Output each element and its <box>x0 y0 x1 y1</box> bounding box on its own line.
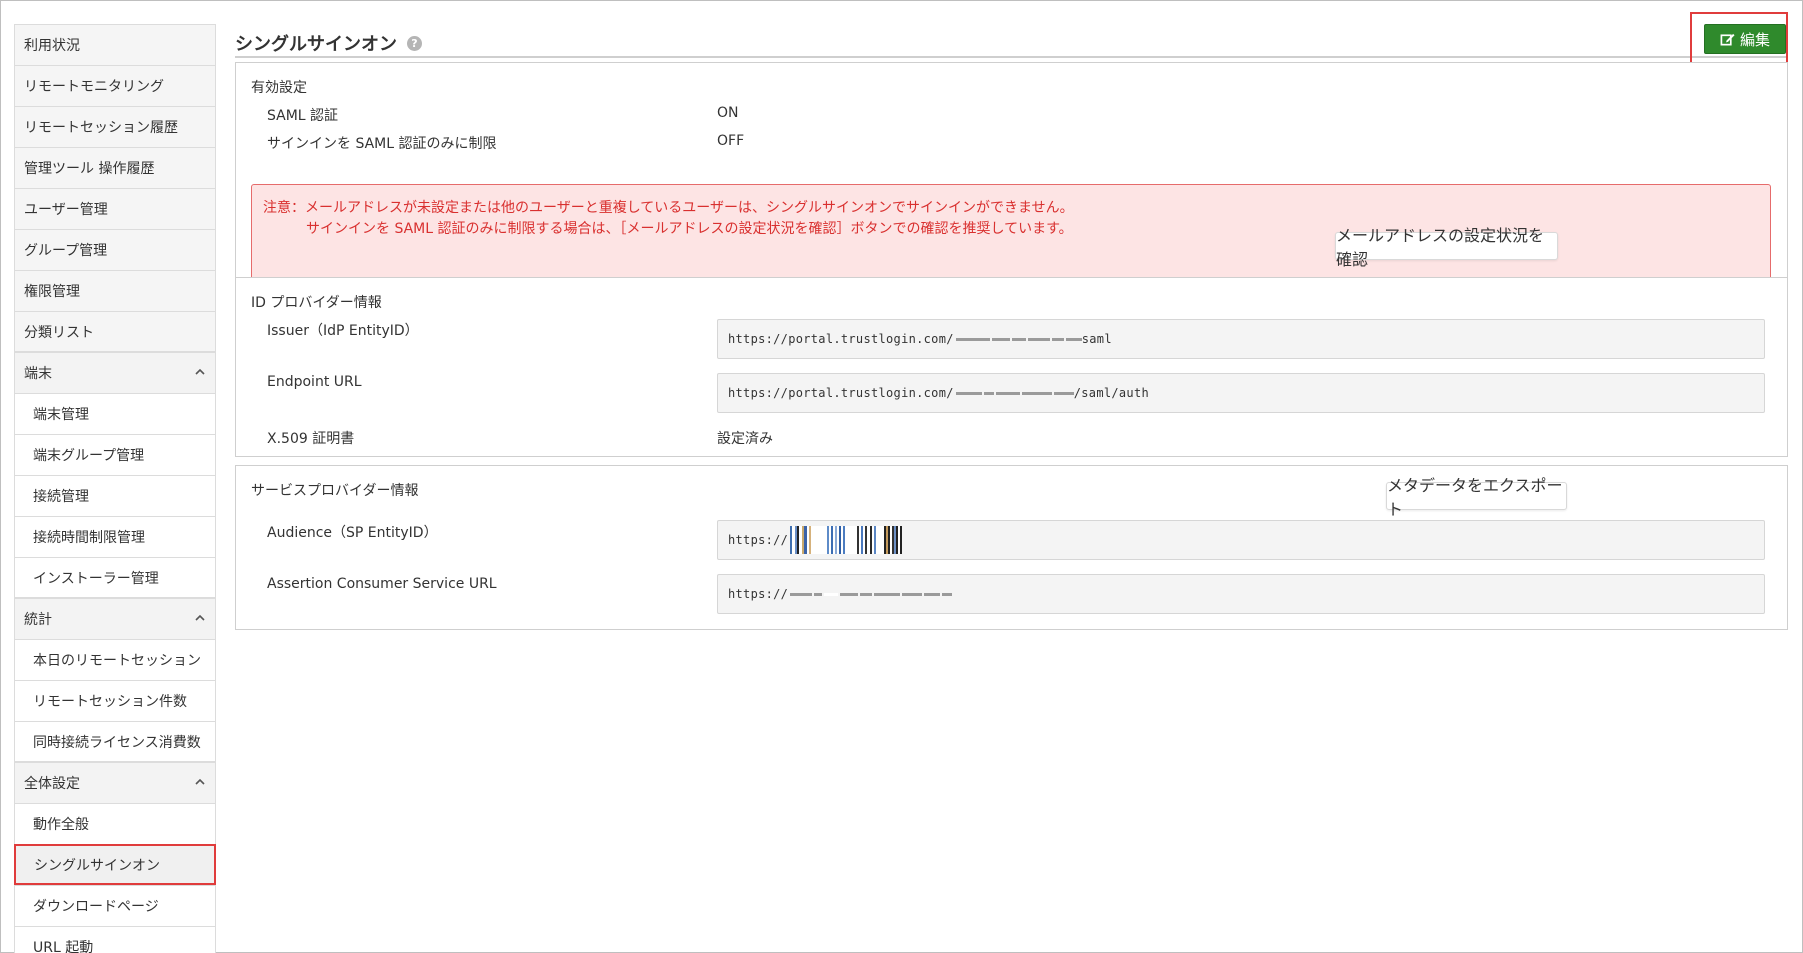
sidebar-item-label: インストーラー管理 <box>33 570 159 587</box>
sidebar-item-label: 同時接続ライセンス消費数 <box>33 734 201 751</box>
endpoint-url-prefix: https://portal.trustlogin.com/ <box>728 386 954 400</box>
export-metadata-button[interactable]: メタデータをエクスポート <box>1386 476 1567 519</box>
sidebar-group-header[interactable]: 端末 <box>14 352 216 393</box>
idp-info-title: ID プロバイダー情報 <box>251 295 382 311</box>
audience-url-field[interactable]: https:// <box>717 520 1765 560</box>
redacted-barcode <box>790 526 903 554</box>
sidebar-item-21[interactable]: ダウンロードページ <box>14 885 216 926</box>
sidebar-item-label: URL 起動 <box>33 939 94 953</box>
issuer-url-prefix: https://portal.trustlogin.com/ <box>728 332 954 346</box>
chevron-up-icon[interactable] <box>193 365 207 379</box>
sidebar-item-12[interactable]: 接続時間制限管理 <box>14 516 216 557</box>
sidebar-item-label: リモートモニタリング <box>24 79 164 95</box>
acs-url-field[interactable]: https:// <box>717 574 1765 614</box>
check-email-button[interactable]: メールアドレスの設定状況を確認 <box>1335 226 1558 269</box>
sidebar-group-header[interactable]: 全体設定 <box>14 762 216 803</box>
warning-alert: 注意：メールアドレスが未設定または他のユーザーと重複しているユーザーは、シングル… <box>251 184 1771 284</box>
sp-info-title: サービスプロバイダー情報 <box>251 483 419 499</box>
sidebar-item-16[interactable]: リモートセッション件数 <box>14 680 216 721</box>
audience-label: Audience（SP EntityID） <box>267 525 438 541</box>
redacted-text <box>790 592 953 596</box>
sidebar-item-4[interactable]: ユーザー管理 <box>14 188 216 229</box>
enable-settings-title: 有効設定 <box>251 80 307 96</box>
sidebar-item-label: 端末 <box>24 366 52 382</box>
page-title: シングルサインオン <box>235 34 397 55</box>
sidebar-item-7[interactable]: 分類リスト <box>14 311 216 352</box>
issuer-label: Issuer（IdP EntityID） <box>267 323 419 339</box>
sidebar-item-label: 利用状況 <box>24 38 80 54</box>
saml-auth-label: SAML 認証 <box>267 108 339 124</box>
saml-only-value: OFF <box>717 133 745 149</box>
sp-info-panel: サービスプロバイダー情報 メタデータをエクスポート Audience（SP En… <box>235 465 1788 630</box>
sidebar-item-1[interactable]: リモートモニタリング <box>14 65 216 106</box>
sidebar-item-label: ユーザー管理 <box>24 202 108 218</box>
sidebar-item-label: 動作全般 <box>33 817 89 833</box>
sidebar-item-15[interactable]: 本日のリモートセッション <box>14 639 216 680</box>
sidebar-item-label: 端末管理 <box>33 407 89 423</box>
sidebar-item-label: シングルサインオン <box>34 857 160 874</box>
sidebar-item-label: 接続時間制限管理 <box>33 530 145 546</box>
sidebar-item-3[interactable]: 管理ツール 操作履歴 <box>14 147 216 188</box>
saml-only-label: サインインを SAML 認証のみに制限 <box>267 136 497 152</box>
sidebar-item-2[interactable]: リモートセッション履歴 <box>14 106 216 147</box>
sidebar-item-label: 接続管理 <box>33 489 89 505</box>
sidebar-item-label: リモートセッション履歴 <box>24 120 178 136</box>
endpoint-url-field[interactable]: https://portal.trustlogin.com/ /saml/aut… <box>717 373 1765 413</box>
acs-url-prefix: https:// <box>728 587 789 601</box>
sidebar-item-label: 管理ツール 操作履歴 <box>24 161 155 177</box>
sidebar-item-0[interactable]: 利用状況 <box>14 24 216 65</box>
idp-info-panel: ID プロバイダー情報 Issuer（IdP EntityID） https:/… <box>235 277 1788 457</box>
cert-label: X.509 証明書 <box>267 431 355 447</box>
sidebar-item-20[interactable]: シングルサインオン <box>14 844 216 885</box>
sidebar-item-label: 端末グループ管理 <box>33 448 145 464</box>
sidebar-group-header[interactable]: 統計 <box>14 598 216 639</box>
sidebar-item-6[interactable]: 権限管理 <box>14 270 216 311</box>
sidebar-item-label: グループ管理 <box>24 243 108 259</box>
endpoint-url-suffix: /saml/auth <box>1073 386 1149 400</box>
sidebar-item-label: 権限管理 <box>24 284 80 300</box>
warning-line-1: 注意：メールアドレスが未設定または他のユーザーと重複しているユーザーは、シングル… <box>263 200 1074 216</box>
sidebar-item-label: 統計 <box>24 612 52 628</box>
sidebar-item-9[interactable]: 端末管理 <box>14 393 216 434</box>
sidebar-item-label: リモートセッション件数 <box>33 694 187 710</box>
main-content: シングルサインオン ? 編集 有効設定 SAML 認証 ON サインインを SA… <box>235 12 1788 630</box>
enable-settings-panel: 有効設定 SAML 認証 ON サインインを SAML 認証のみに制限 OFF … <box>235 62 1788 293</box>
edit-button[interactable]: 編集 <box>1704 24 1786 54</box>
chevron-up-icon[interactable] <box>193 611 207 625</box>
sidebar-item-label: ダウンロードページ <box>33 899 159 915</box>
chevron-up-icon[interactable] <box>193 775 207 789</box>
page-title-wrap: シングルサインオン ? <box>235 30 422 56</box>
sidebar-item-10[interactable]: 端末グループ管理 <box>14 434 216 475</box>
sidebar-item-label: 全体設定 <box>24 776 80 792</box>
audience-url-prefix: https:// <box>728 533 789 547</box>
issuer-url-suffix: saml <box>1081 332 1112 346</box>
endpoint-label: Endpoint URL <box>267 374 362 390</box>
sidebar-item-label: 分類リスト <box>24 324 94 341</box>
page-header: シングルサインオン ? 編集 <box>235 12 1788 66</box>
question-circle-icon[interactable]: ? <box>407 35 422 51</box>
sidebar-item-5[interactable]: グループ管理 <box>14 229 216 270</box>
sidebar-item-19[interactable]: 動作全般 <box>14 803 216 844</box>
warning-line-2: サインインを SAML 認証のみに制限する場合は、［メールアドレスの設定状況を確… <box>306 221 1073 237</box>
sidebar-nav: 利用状況リモートモニタリング リモートセッション履歴 管理ツール 操作履歴 ユーザー管… <box>14 24 216 953</box>
acs-label: Assertion Consumer Service URL <box>267 576 497 592</box>
edit-button-highlight: 編集 <box>1690 12 1788 66</box>
sidebar-item-11[interactable]: 接続管理 <box>14 475 216 516</box>
sidebar-item-22[interactable]: URL 起動 <box>14 926 216 953</box>
sidebar-item-label: 本日のリモートセッション <box>33 653 201 669</box>
cert-value: 設定済み <box>717 431 773 447</box>
issuer-url-field[interactable]: https://portal.trustlogin.com/ saml <box>717 319 1765 359</box>
sidebar-item-17[interactable]: 同時接続ライセンス消費数 <box>14 721 216 762</box>
edit-button-label: 編集 <box>1739 30 1770 49</box>
sidebar-item-13[interactable]: インストーラー管理 <box>14 557 216 598</box>
edit-square-icon <box>1720 33 1735 45</box>
redacted-text <box>955 337 1082 341</box>
redacted-text <box>955 391 1074 395</box>
saml-auth-value: ON <box>717 105 739 121</box>
